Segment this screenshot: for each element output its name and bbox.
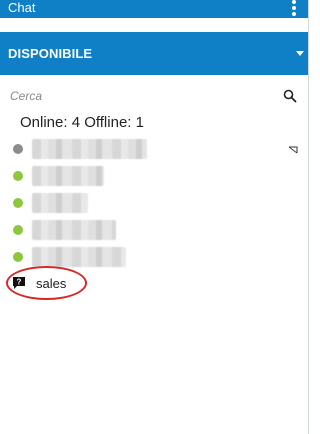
online-status-icon xyxy=(13,252,23,262)
queue-item-sales[interactable]: ? sales xyxy=(0,266,308,300)
status-label: DISPONIBILE xyxy=(8,46,93,61)
app-title: Chat xyxy=(8,0,36,15)
contact-row[interactable] xyxy=(0,163,308,189)
search-bar xyxy=(0,84,308,108)
contact-row[interactable] xyxy=(0,190,308,216)
highlight-ellipse xyxy=(6,266,87,300)
panel-divider xyxy=(308,0,309,434)
contact-name-redacted xyxy=(32,193,88,213)
more-vertical-icon[interactable] xyxy=(290,0,298,16)
contact-row[interactable] xyxy=(0,217,308,243)
caret-down-icon xyxy=(296,51,304,56)
online-status-icon xyxy=(13,225,23,235)
contact-name-redacted xyxy=(32,139,147,159)
online-status-icon xyxy=(13,171,23,181)
status-dropdown[interactable]: DISPONIBILE xyxy=(0,32,308,75)
online-status-icon xyxy=(13,198,23,208)
online-offline-summary: Online: 4 Offline: 1 xyxy=(20,114,144,131)
search-icon[interactable] xyxy=(283,89,297,103)
app-header: Chat xyxy=(0,0,308,18)
search-input[interactable] xyxy=(6,86,266,106)
contact-row[interactable] xyxy=(0,136,308,162)
contact-name-redacted xyxy=(32,247,126,267)
contact-name-redacted xyxy=(32,220,116,240)
offline-status-icon xyxy=(13,144,23,154)
contact-name-redacted xyxy=(32,166,104,186)
